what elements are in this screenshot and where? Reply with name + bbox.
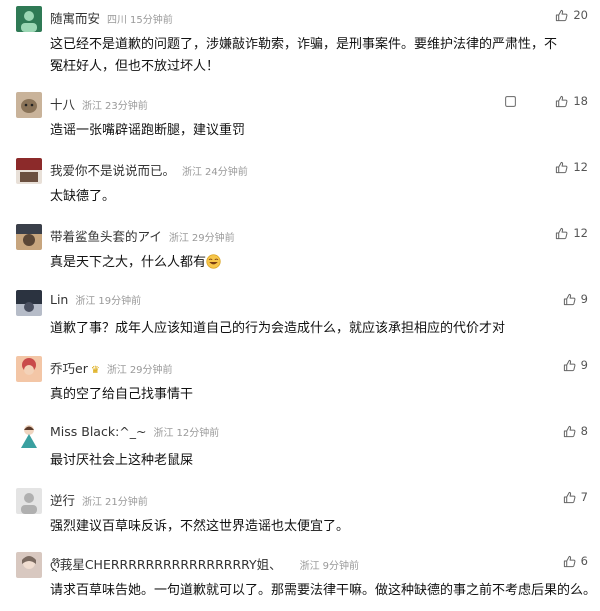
like-button[interactable]: 20 — [555, 8, 588, 22]
grinning-emoji — [206, 254, 221, 269]
like-button[interactable]: 12 — [555, 226, 588, 240]
comment-text: 最讨厌社会上这种老鼠屎 — [50, 453, 194, 468]
timestamp: 9分钟前 — [322, 561, 360, 572]
username[interactable]: 随寓而安 — [50, 8, 100, 27]
like-button[interactable]: 12 — [555, 160, 588, 174]
timestamp: 15分钟前 — [130, 15, 173, 26]
avatar[interactable] — [16, 224, 42, 250]
username[interactable]: 乔巧er — [50, 358, 88, 377]
username[interactable]: Lin — [50, 292, 68, 307]
like-button[interactable]: 9 — [563, 292, 588, 306]
location: 浙江 — [82, 101, 103, 112]
comment-text: 造谣一张嘴辟谣跑断腿，建议重罚 — [50, 123, 246, 138]
thumbs-up-icon — [556, 95, 568, 107]
avatar[interactable] — [16, 422, 42, 448]
timestamp: 24分钟前 — [205, 167, 248, 178]
timestamp: 12分钟前 — [176, 428, 220, 439]
like-count: 12 — [573, 226, 588, 240]
avatar[interactable] — [16, 290, 42, 316]
location: 浙江 — [106, 365, 127, 376]
thumbs-up-icon — [556, 9, 568, 21]
location: 四川 — [107, 15, 128, 26]
like-count: 9 — [580, 292, 588, 306]
timestamp: 29分钟前 — [191, 233, 235, 244]
like-button[interactable]: 9 — [563, 358, 588, 372]
username[interactable]: 我爱你不是说说而已。 — [50, 160, 175, 179]
avatar[interactable] — [16, 552, 42, 578]
location: 浙江 — [153, 428, 174, 439]
thumbs-up-icon — [563, 293, 576, 305]
comment-list: 随寓而安 四川 15分钟前 20 这已经不是道歉的问题了，涉嫌敲诈勒索，诈骗，是… — [0, 0, 600, 611]
comment-text: 真的空了给自己找事情干 — [50, 387, 194, 402]
thumbs-up-icon — [563, 425, 576, 437]
avatar[interactable] — [16, 488, 42, 514]
location: 浙江 — [75, 296, 96, 307]
comment-text: 真是天下之大，什么人都有 — [50, 252, 560, 274]
square-icon[interactable] — [505, 96, 516, 107]
username[interactable]: 十八 — [50, 94, 75, 113]
location: 浙江 — [82, 497, 103, 508]
thumbs-up-icon — [556, 161, 568, 173]
username[interactable]: ღ໊莪星CHERRRRRRRRRRRRRRRRY姐、 — [50, 554, 282, 573]
comment-text: 强烈建议百草味反诉，不然这世界造谣也太便宜了。 — [50, 519, 350, 534]
username[interactable]: 逆行 — [50, 490, 75, 509]
timestamp: 21分钟前 — [105, 497, 148, 508]
like-count: 8 — [580, 424, 588, 438]
username[interactable]: Miss Black:^_~ — [50, 424, 146, 439]
like-button[interactable]: 6 — [563, 554, 588, 568]
comment-text: 太缺德了。 — [50, 189, 116, 204]
location: 浙江 — [182, 167, 203, 178]
username[interactable]: 带着鲨鱼头套的アイ — [50, 226, 162, 245]
comment-text-content: 真是天下之大，什么人都有 — [50, 255, 207, 270]
timestamp: 19分钟前 — [98, 296, 142, 307]
like-button[interactable]: 8 — [563, 424, 588, 438]
location: 浙江 — [168, 233, 189, 244]
avatar[interactable] — [16, 356, 42, 382]
like-count: 18 — [573, 94, 588, 108]
comment-text: 道歉了事？成年人应该知道自己的行为会造成什么，就应该承担相应的代价才对 — [50, 321, 506, 336]
comment-text: 请求百草味告她。一句道歉就可以了。那需要法律干嘛。做这种缺德的事之前不考虑后果的… — [50, 583, 597, 598]
like-count: 9 — [580, 358, 588, 372]
vip-badge-icon: ♛ — [90, 365, 100, 376]
avatar[interactable] — [16, 158, 42, 184]
like-button[interactable]: 7 — [563, 490, 588, 504]
avatar[interactable] — [16, 6, 42, 32]
location: 浙江 — [299, 561, 320, 572]
comment-text: 这已经不是道歉的问题了，涉嫌敲诈勒索，诈骗，是刑事案件。要维护法律的严肃性，不冤… — [50, 37, 558, 74]
avatar[interactable] — [16, 92, 42, 118]
thumbs-up-icon — [563, 359, 576, 371]
like-count: 20 — [573, 8, 588, 22]
timestamp: 29分钟前 — [129, 365, 173, 376]
like-button[interactable]: 18 — [555, 94, 588, 108]
thumbs-up-icon — [563, 491, 576, 503]
like-count: 12 — [573, 160, 588, 174]
like-count: 7 — [580, 490, 588, 504]
thumbs-up-icon — [556, 227, 568, 239]
thumbs-up-icon — [563, 555, 576, 567]
timestamp: 23分钟前 — [105, 101, 148, 112]
like-count: 6 — [580, 554, 588, 568]
